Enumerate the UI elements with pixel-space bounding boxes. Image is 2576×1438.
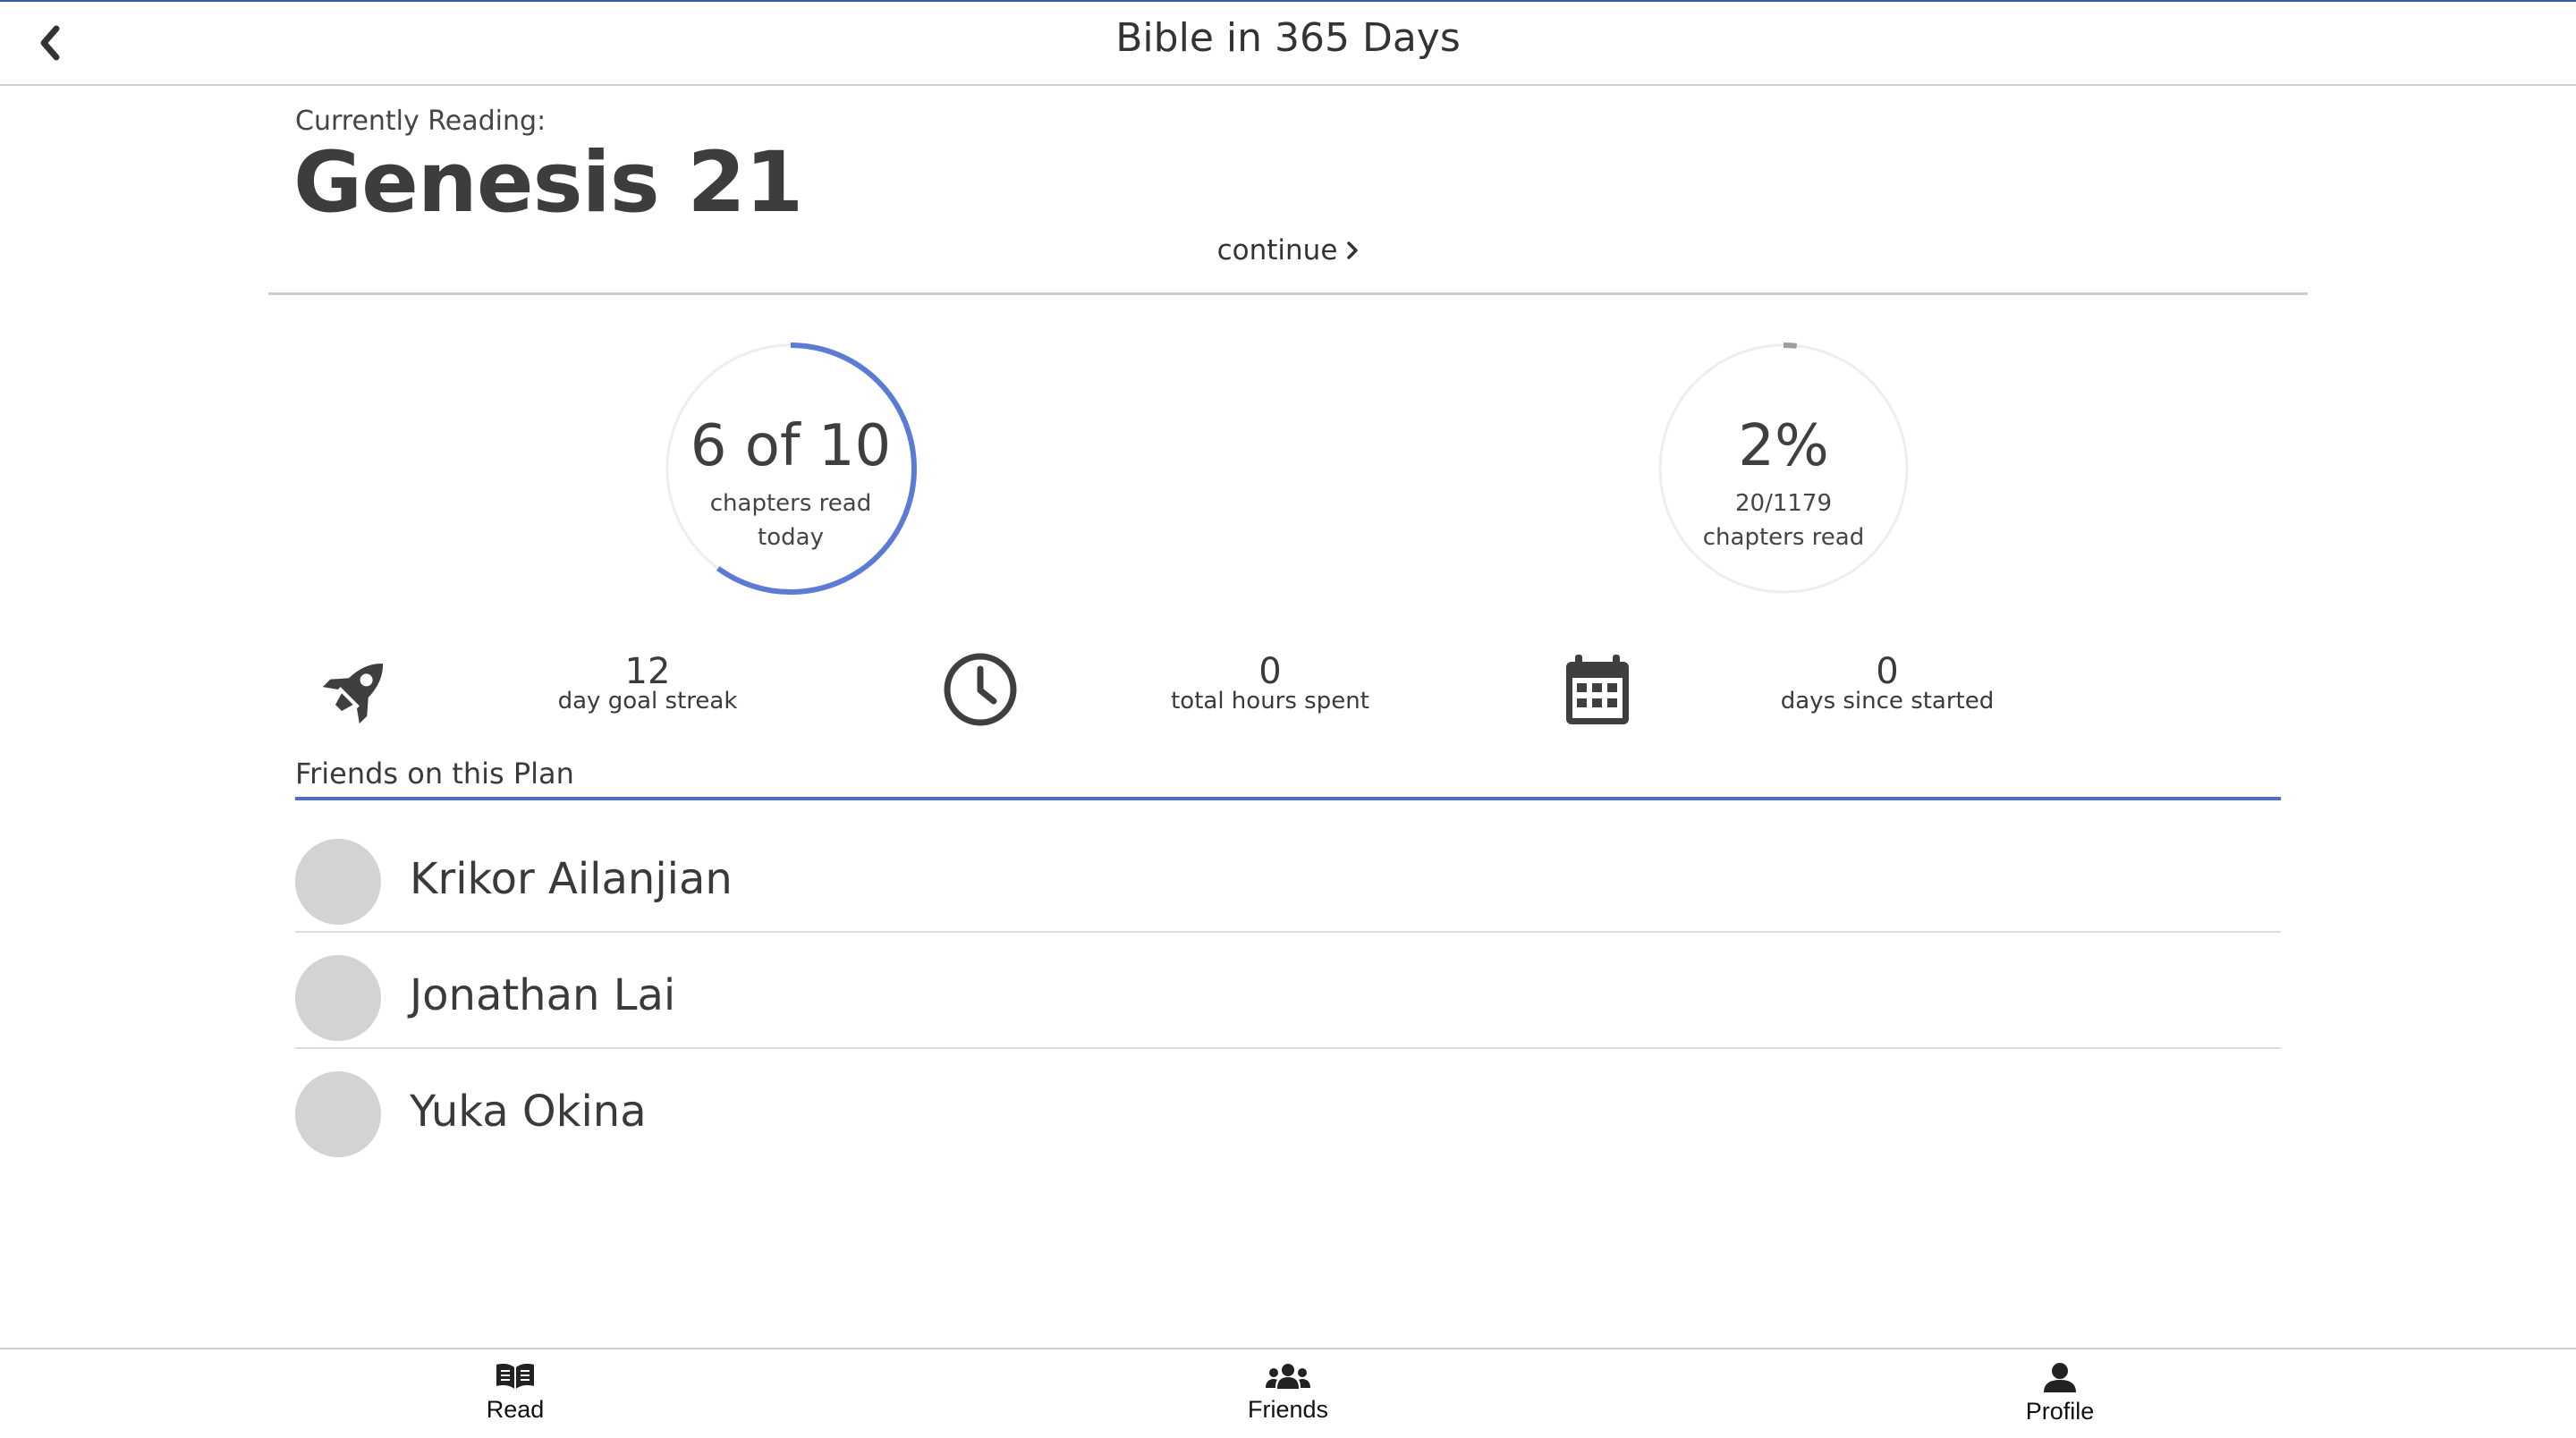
- hours-label: total hours spent: [1171, 688, 1369, 715]
- today-progress-line2: today: [758, 524, 824, 551]
- overall-progress-ring: 2% 20/1179 chapters read: [1649, 334, 1918, 603]
- users-icon: [1266, 1364, 1310, 1389]
- current-chapter-title: Genesis 21: [293, 134, 803, 232]
- tab-read-label: Read: [486, 1396, 545, 1423]
- avatar: [295, 955, 381, 1041]
- user-icon: [2044, 1363, 2076, 1392]
- avatar: [295, 839, 381, 925]
- tab-profile[interactable]: Profile: [1962, 1362, 2158, 1434]
- friends-heading-underline: [295, 797, 2281, 800]
- tab-friends[interactable]: Friends: [1190, 1362, 1386, 1434]
- bottom-tab-bar: Read Friends Profile: [0, 1348, 2576, 1438]
- chevron-right-icon: [1347, 241, 1359, 259]
- back-button[interactable]: [23, 16, 77, 70]
- days-value: 0: [1876, 651, 1899, 692]
- streak-value: 12: [624, 651, 671, 692]
- today-progress-value: 6 of 10: [690, 413, 892, 479]
- app-header: Bible in 365 Days: [0, 2, 2576, 86]
- book-open-icon: [496, 1364, 534, 1389]
- today-progress-ring: 6 of 10 chapters read today: [657, 334, 925, 603]
- currently-reading-label: Currently Reading:: [295, 106, 547, 137]
- rocket-icon: [317, 649, 397, 730]
- friend-row[interactable]: Yuka Okina: [295, 1049, 2281, 1165]
- tab-friends-label: Friends: [1247, 1396, 1329, 1423]
- friend-name: Yuka Okina: [410, 1087, 647, 1137]
- calendar-icon: [1557, 649, 1638, 730]
- avatar: [295, 1071, 381, 1157]
- friend-name: Jonathan Lai: [410, 970, 676, 1020]
- today-progress-line1: chapters read: [709, 490, 872, 517]
- overall-progress-line1: 20/1179: [1734, 490, 1832, 517]
- chevron-left-icon: [40, 25, 60, 61]
- friend-name: Krikor Ailanjian: [410, 854, 733, 904]
- streak-label: day goal streak: [557, 688, 738, 715]
- hours-value: 0: [1258, 651, 1282, 692]
- friend-row[interactable]: Krikor Ailanjian: [295, 816, 2281, 933]
- overall-progress-value: 2%: [1738, 413, 1829, 479]
- page-title: Bible in 365 Days: [1115, 15, 1461, 61]
- tab-read[interactable]: Read: [417, 1362, 614, 1434]
- friend-row[interactable]: Jonathan Lai: [295, 933, 2281, 1049]
- tab-profile-label: Profile: [2025, 1398, 2095, 1425]
- section-divider: [268, 292, 2308, 295]
- friends-heading: Friends on this Plan: [295, 757, 574, 791]
- overall-progress-line2: chapters read: [1702, 524, 1865, 551]
- days-label: days since started: [1780, 688, 1995, 715]
- clock-icon: [940, 649, 1021, 730]
- continue-link[interactable]: continue: [1199, 234, 1377, 266]
- continue-label: continue: [1216, 234, 1338, 266]
